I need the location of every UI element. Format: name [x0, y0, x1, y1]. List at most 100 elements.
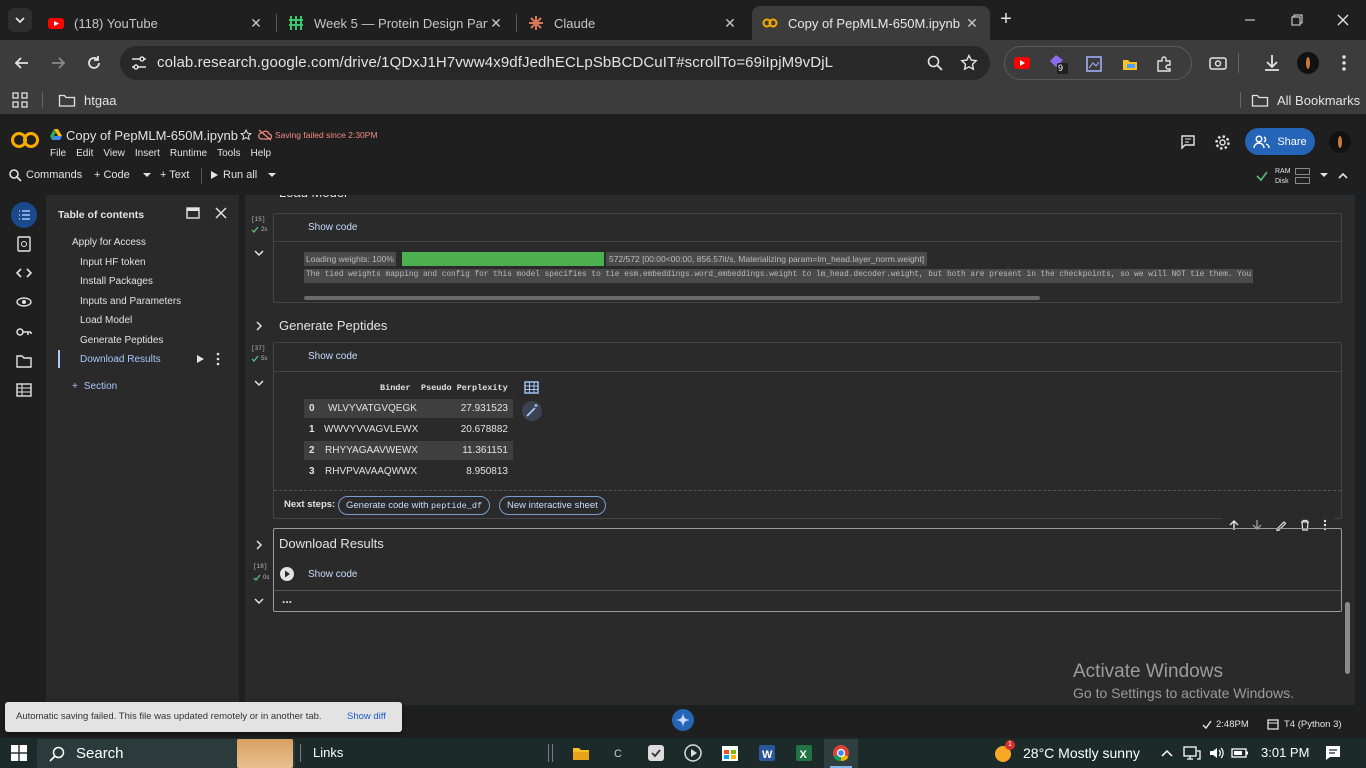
show-diff-button[interactable]: Show diff	[347, 711, 386, 722]
more-vert-icon[interactable]	[214, 352, 222, 366]
run-all-button[interactable]: Run all	[209, 169, 279, 181]
all-bookmarks-button[interactable]: All Bookmarks	[1251, 92, 1360, 108]
new-tab-button[interactable]: +	[996, 9, 1016, 30]
gemini-button[interactable]	[672, 709, 694, 731]
tab-search-button[interactable]	[8, 8, 32, 32]
secrets-key-icon[interactable]	[16, 324, 32, 340]
chevron-up-icon[interactable]	[1337, 170, 1349, 182]
menu-file[interactable]: File	[50, 148, 66, 159]
colab-avatar[interactable]	[1329, 131, 1351, 153]
menu-tools[interactable]: Tools	[217, 148, 240, 159]
reload-button[interactable]	[84, 53, 104, 73]
chevron-up-icon[interactable]	[1160, 747, 1174, 759]
add-code-button[interactable]: + Code	[94, 169, 154, 181]
tab-colab-active[interactable]: Copy of PepMLM-650M.ipynb - ✕	[752, 6, 990, 40]
chevron-right-icon[interactable]	[255, 321, 263, 331]
bookmark-folder-htgaa[interactable]: htgaa	[58, 92, 117, 108]
profile-avatar[interactable]	[1297, 52, 1319, 74]
chevron-right-icon[interactable]	[255, 540, 263, 550]
close-tab-icon[interactable]: ✕	[248, 15, 264, 32]
notifications-icon[interactable]	[1324, 744, 1342, 762]
files-folder-icon[interactable]	[16, 353, 32, 369]
toc-item-load-model[interactable]: Load Model	[80, 315, 132, 326]
toc-item-inputs-parameters[interactable]: Inputs and Parameters	[80, 296, 181, 307]
share-button[interactable]: Share	[1245, 128, 1315, 155]
run-section-icon[interactable]	[195, 354, 205, 364]
forward-button[interactable]	[48, 53, 68, 73]
url-text[interactable]: colab.research.google.com/drive/1QDxJ1H7…	[157, 54, 833, 71]
show-code-button[interactable]: Show code	[308, 222, 357, 233]
toc-item-install-packages[interactable]: Install Packages	[80, 276, 153, 287]
settings-gear-icon[interactable]	[1214, 134, 1231, 151]
colab-logo-icon[interactable]	[10, 129, 40, 151]
file-explorer-icon[interactable]	[572, 744, 590, 762]
address-bar[interactable]: colab.research.google.com/drive/1QDxJ1H7…	[120, 46, 990, 80]
taskbar-clock[interactable]: 3:01 PM	[1261, 745, 1309, 760]
menu-help[interactable]: Help	[250, 148, 271, 159]
volume-icon[interactable]	[1208, 745, 1226, 761]
add-section-button[interactable]: + Section	[72, 381, 117, 392]
toc-rail-button[interactable]	[11, 202, 37, 228]
generate-code-button[interactable]: Generate code with peptide_df	[338, 496, 491, 515]
toc-item-apply-for-access[interactable]: Apply for Access	[72, 237, 146, 248]
runtime-indicator[interactable]: T4 (Python 3)	[1267, 719, 1342, 730]
chrome-taskbar-active[interactable]	[824, 739, 858, 768]
run-cell-button[interactable]	[280, 567, 294, 581]
last-run-time[interactable]: 2:48PM	[1202, 719, 1249, 730]
variables-icon[interactable]	[16, 294, 32, 310]
convert-table-button[interactable]	[522, 378, 541, 397]
chevron-down-icon[interactable]	[254, 597, 264, 605]
suggest-charts-button[interactable]	[522, 401, 542, 421]
close-tab-icon[interactable]: ✕	[722, 15, 738, 32]
close-tab-icon[interactable]: ✕	[964, 15, 980, 32]
excel-icon[interactable]: X	[795, 744, 813, 762]
code-snippets-icon[interactable]	[16, 265, 32, 281]
close-window-button[interactable]	[1335, 12, 1351, 28]
notebook-title[interactable]: Copy of PepMLM-650M.ipynb	[66, 128, 238, 143]
capture-ext-icon[interactable]	[1085, 55, 1103, 73]
download-results-section[interactable]	[273, 528, 1342, 612]
puzzle-icon[interactable]	[1155, 55, 1173, 73]
open-in-tab-icon[interactable]	[186, 207, 200, 219]
save-status[interactable]: Saving failed since 2:30PM	[275, 130, 378, 140]
download-icon[interactable]	[1262, 53, 1282, 73]
menu-edit[interactable]: Edit	[76, 148, 93, 159]
calendar-app-icon[interactable]	[721, 744, 739, 762]
site-info-icon[interactable]	[130, 55, 148, 71]
find-icon[interactable]	[16, 236, 32, 252]
vertical-scrollbar[interactable]	[1345, 602, 1350, 674]
data-table-icon[interactable]	[16, 382, 32, 398]
close-panel-icon[interactable]	[215, 207, 227, 219]
horizontal-scrollbar[interactable]	[304, 296, 1040, 300]
commands-button[interactable]: Commands	[8, 168, 82, 182]
toc-item-download-results[interactable]: Download Results	[80, 354, 161, 365]
windows-start-icon[interactable]	[11, 745, 27, 761]
apps-grid-icon[interactable]	[12, 92, 28, 108]
youtube-ext-icon[interactable]	[1013, 54, 1031, 72]
media-player-icon[interactable]	[684, 744, 702, 762]
tab-youtube[interactable]: (118) YouTube ✕	[38, 6, 274, 40]
star-icon[interactable]	[240, 129, 252, 141]
toc-item-input-hf-token[interactable]: Input HF token	[80, 257, 146, 268]
extension-icon[interactable]: 9	[1047, 53, 1069, 75]
menu-dots-icon[interactable]	[1334, 53, 1354, 73]
comment-icon[interactable]	[1180, 134, 1196, 150]
tab-claude[interactable]: Claude ✕	[518, 6, 748, 40]
weather-icon[interactable]: 1	[993, 740, 1015, 764]
weather-text[interactable]: 28°C Mostly sunny	[1023, 745, 1140, 761]
add-text-button[interactable]: + Text	[160, 169, 189, 181]
tab-week5[interactable]: Week 5 — Protein Design Part I ✕	[278, 6, 514, 40]
screenshot-icon[interactable]	[1208, 54, 1228, 72]
caret-down-icon[interactable]	[1318, 171, 1330, 181]
zoom-icon[interactable]	[926, 54, 944, 72]
caret-down-icon[interactable]	[265, 170, 279, 180]
chevron-down-icon[interactable]	[254, 249, 264, 257]
pinned-app-icon[interactable]: C	[609, 744, 627, 762]
menu-insert[interactable]: Insert	[135, 148, 160, 159]
show-code-button[interactable]: Show code	[308, 569, 357, 580]
back-button[interactable]	[12, 53, 32, 73]
word-icon[interactable]: W	[758, 744, 776, 762]
output-ellipsis[interactable]: ...	[282, 592, 292, 606]
menu-view[interactable]: View	[103, 148, 125, 159]
new-interactive-sheet-button[interactable]: New interactive sheet	[499, 496, 606, 515]
